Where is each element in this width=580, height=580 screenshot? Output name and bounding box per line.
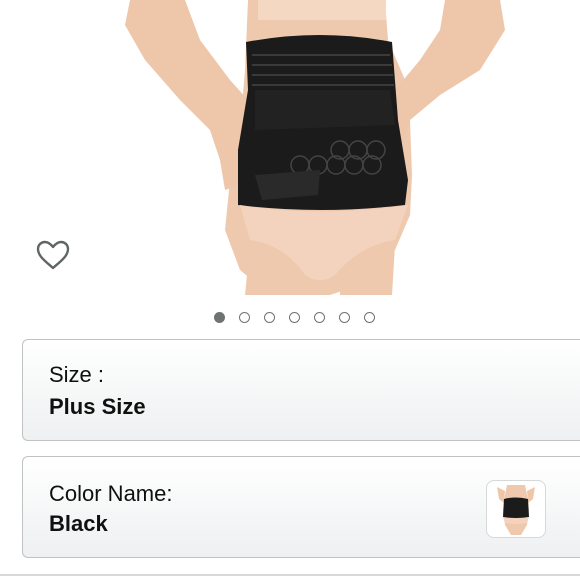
carousel-dot-4[interactable] <box>288 312 300 323</box>
size-value: Plus Size <box>49 394 146 419</box>
size-selector[interactable]: Size : Plus Size <box>22 339 580 441</box>
divider <box>0 574 580 576</box>
product-thumbnail-image <box>497 485 535 535</box>
color-selector[interactable]: Color Name: Black <box>22 456 580 558</box>
carousel-dot-7[interactable] <box>363 312 375 323</box>
product-main-image[interactable] <box>0 0 580 295</box>
wishlist-button[interactable] <box>34 236 72 274</box>
product-photo <box>125 0 505 295</box>
heart-outline-icon <box>36 240 70 270</box>
size-label: Size : <box>49 362 105 387</box>
carousel-pagination <box>0 308 580 328</box>
color-swatch-thumbnail <box>486 480 546 538</box>
carousel-dot-2[interactable] <box>238 312 250 323</box>
carousel-dot-5[interactable] <box>313 312 325 323</box>
carousel-dot-1[interactable] <box>213 312 225 323</box>
color-value: Black <box>49 511 108 536</box>
carousel-dot-6[interactable] <box>338 312 350 323</box>
color-label: Color Name: <box>49 481 173 506</box>
carousel-dot-3[interactable] <box>263 312 275 323</box>
